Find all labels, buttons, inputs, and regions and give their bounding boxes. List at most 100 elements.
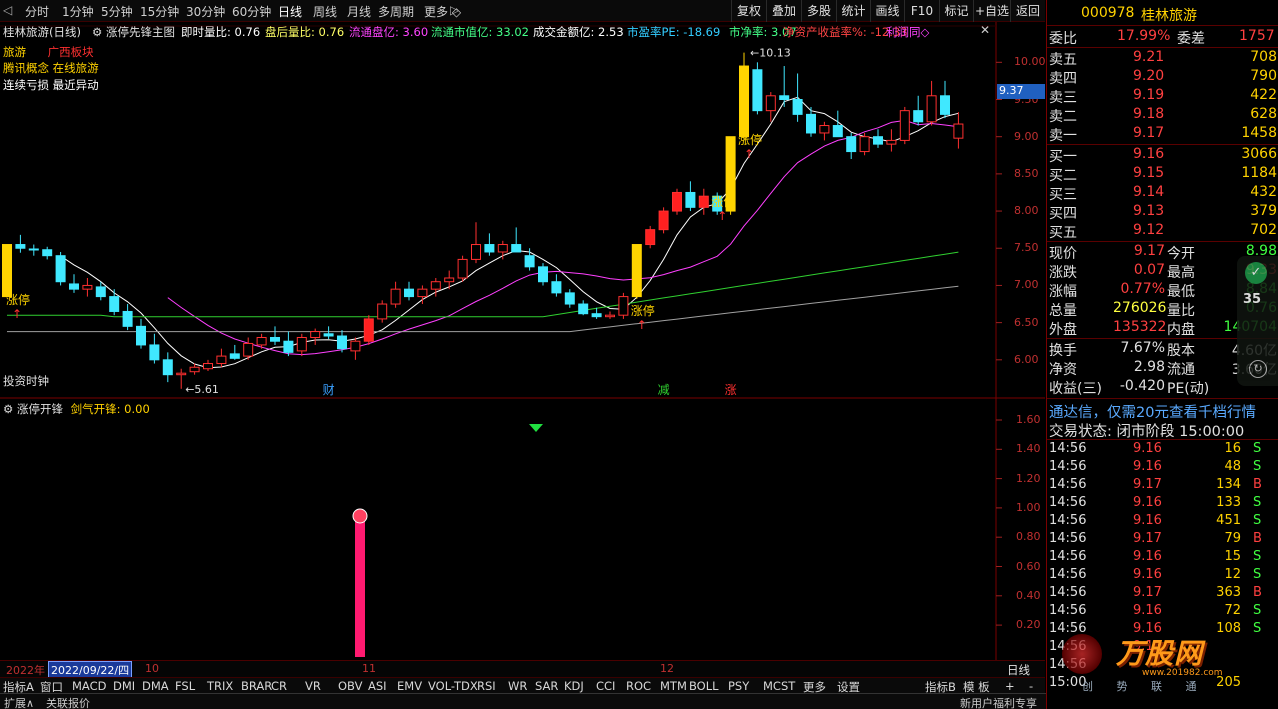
concept-tag: 广西板块	[47, 45, 94, 59]
candle	[618, 296, 629, 316]
toolbar-button[interactable]: 画线	[870, 0, 904, 22]
candle	[189, 366, 200, 373]
sell-row: 卖五 9.21 708	[1047, 49, 1278, 68]
kline-chart[interactable]: ←10.13←5.61涨停↑ 涨停↑涨停↑涨停↑财减涨	[0, 22, 1045, 677]
price-tick: 8.00	[1014, 204, 1039, 218]
indicator-tab[interactable]: RSI	[477, 679, 496, 693]
order-price: 9.17	[1133, 125, 1165, 141]
indicator-tab[interactable]: MTM	[660, 679, 687, 693]
toolbar-button[interactable]: 复权	[731, 0, 766, 22]
indicator-tab[interactable]: DMI	[113, 679, 135, 693]
indicator-right-tab[interactable]: +	[1005, 679, 1015, 693]
candle	[122, 310, 133, 327]
indicator-tab[interactable]: FSL	[175, 679, 195, 693]
indicator-tab[interactable]: OBV	[338, 679, 362, 693]
period-tab[interactable]: 多周期	[378, 3, 414, 20]
indicator-tab[interactable]: CCI	[596, 679, 615, 693]
toolbar-button[interactable]: 多股	[801, 0, 836, 22]
sell-row: 卖一 9.17 1458	[1047, 125, 1278, 144]
ma-xlong-line	[7, 285, 959, 333]
period-tab[interactable]: 5分钟	[101, 3, 133, 20]
candle	[792, 99, 803, 115]
period-tab[interactable]: 分时	[25, 3, 49, 20]
toolbar-button[interactable]: +自选	[973, 0, 1010, 22]
period-tab[interactable]: 15分钟	[140, 3, 179, 20]
candle	[739, 65, 749, 138]
indicator-tab[interactable]: SAR	[535, 679, 558, 693]
more-arrow-icon[interactable]: ▷	[450, 3, 459, 17]
close-icon[interactable]: ✕	[980, 23, 990, 37]
indicator-tab[interactable]: EMV	[397, 679, 422, 693]
candle	[819, 125, 830, 134]
stat-label: 收益(三)	[1049, 381, 1102, 397]
related-quote-button[interactable]: 关联报价	[46, 695, 90, 709]
tick-row: 14:56 9.17 79 B	[1047, 531, 1278, 549]
limit-up-label: 涨停	[631, 303, 655, 318]
indicator-tab[interactable]: TRIX	[207, 679, 233, 693]
period-tab[interactable]: 月线	[347, 3, 371, 20]
indicator-tab[interactable]: ASI	[368, 679, 387, 693]
period-tab[interactable]: 1分钟	[62, 3, 94, 20]
order-volume: 708	[1250, 49, 1277, 65]
tick-side: S	[1253, 495, 1262, 510]
period-label[interactable]: 日线	[1007, 662, 1030, 678]
indicator-tab[interactable]: PSY	[728, 679, 749, 693]
tick-price: 9.17	[1133, 477, 1162, 492]
watermark-label: 投资时钟	[3, 374, 49, 388]
concept-line-3: 连续亏损 最近异动	[3, 78, 99, 92]
indicator-right-tab[interactable]: -	[1029, 679, 1033, 693]
stock-code: 000978	[1081, 5, 1135, 21]
indicator-tab[interactable]: BOLL	[689, 679, 719, 693]
indicator-tab[interactable]: KDJ	[564, 679, 584, 693]
menu-arrow-icon[interactable]: ◁	[3, 3, 12, 17]
toolbar-button[interactable]: 统计	[836, 0, 870, 22]
tick-time: 14:56	[1049, 531, 1087, 546]
tick-time: 14:56	[1049, 477, 1087, 492]
indicator-tab[interactable]: ROC	[626, 679, 651, 693]
candle	[82, 284, 93, 290]
order-volume: 3066	[1241, 146, 1277, 162]
indicator-tab[interactable]: VOL-TDX	[428, 679, 478, 693]
candle	[337, 335, 347, 350]
stat-label: 净资	[1049, 362, 1077, 378]
limit-up-label: 涨停	[6, 292, 30, 307]
tick-price: 9.16	[1133, 603, 1162, 618]
floating-widget[interactable]: ✓ 35 ↻	[1237, 256, 1278, 386]
expand-button[interactable]: 扩展∧	[4, 695, 34, 709]
stat-value: 0.77%	[1120, 281, 1165, 297]
candle	[310, 331, 321, 338]
signal-triangle-icon	[529, 424, 543, 432]
toolbar-button[interactable]: F10	[904, 0, 939, 22]
up-arrow-icon: ↑	[637, 318, 647, 332]
candle	[765, 95, 776, 112]
indicator-tab[interactable]: VR	[305, 679, 321, 693]
period-tab[interactable]: 60分钟	[232, 3, 271, 20]
sub-tick: 1.20	[1016, 471, 1041, 485]
order-price: 9.14	[1133, 184, 1165, 200]
period-tab[interactable]: 日线	[278, 3, 302, 20]
weicha-value: 1757	[1239, 28, 1275, 44]
candle	[551, 281, 562, 294]
weibi-value: 17.99%	[1117, 28, 1171, 44]
candle	[390, 288, 401, 305]
indicator-tab[interactable]: MACD	[72, 679, 106, 693]
up-arrow-icon: ↑	[12, 307, 22, 321]
candle	[350, 340, 361, 352]
toolbar-button[interactable]: 返回	[1010, 0, 1045, 22]
tick-row: 14:56 9.16 48 S	[1047, 459, 1278, 477]
indicator-name[interactable]: ⚙ 涨停先锋主图	[92, 24, 175, 40]
indicator-tab[interactable]: BRAR	[241, 679, 272, 693]
toolbar-button[interactable]: 叠加	[766, 0, 801, 22]
indicator-tab[interactable]: MCST	[763, 679, 795, 693]
tick-price: 9.16	[1133, 459, 1162, 474]
indicator-tab[interactable]: CR	[271, 679, 287, 693]
promo-link[interactable]: 新用户福利专享	[960, 695, 1037, 709]
period-tab[interactable]: 周线	[313, 3, 337, 20]
tick-time: 14:56	[1049, 567, 1087, 582]
indicator-tab[interactable]: WR	[508, 679, 527, 693]
indicator-tab[interactable]: DMA	[142, 679, 169, 693]
toolbar-button[interactable]: 标记	[939, 0, 973, 22]
candle	[913, 110, 924, 123]
period-tab[interactable]: 30分钟	[186, 3, 225, 20]
promo-banner[interactable]: 通达信，仅需20元查看千档行情	[1049, 401, 1256, 422]
